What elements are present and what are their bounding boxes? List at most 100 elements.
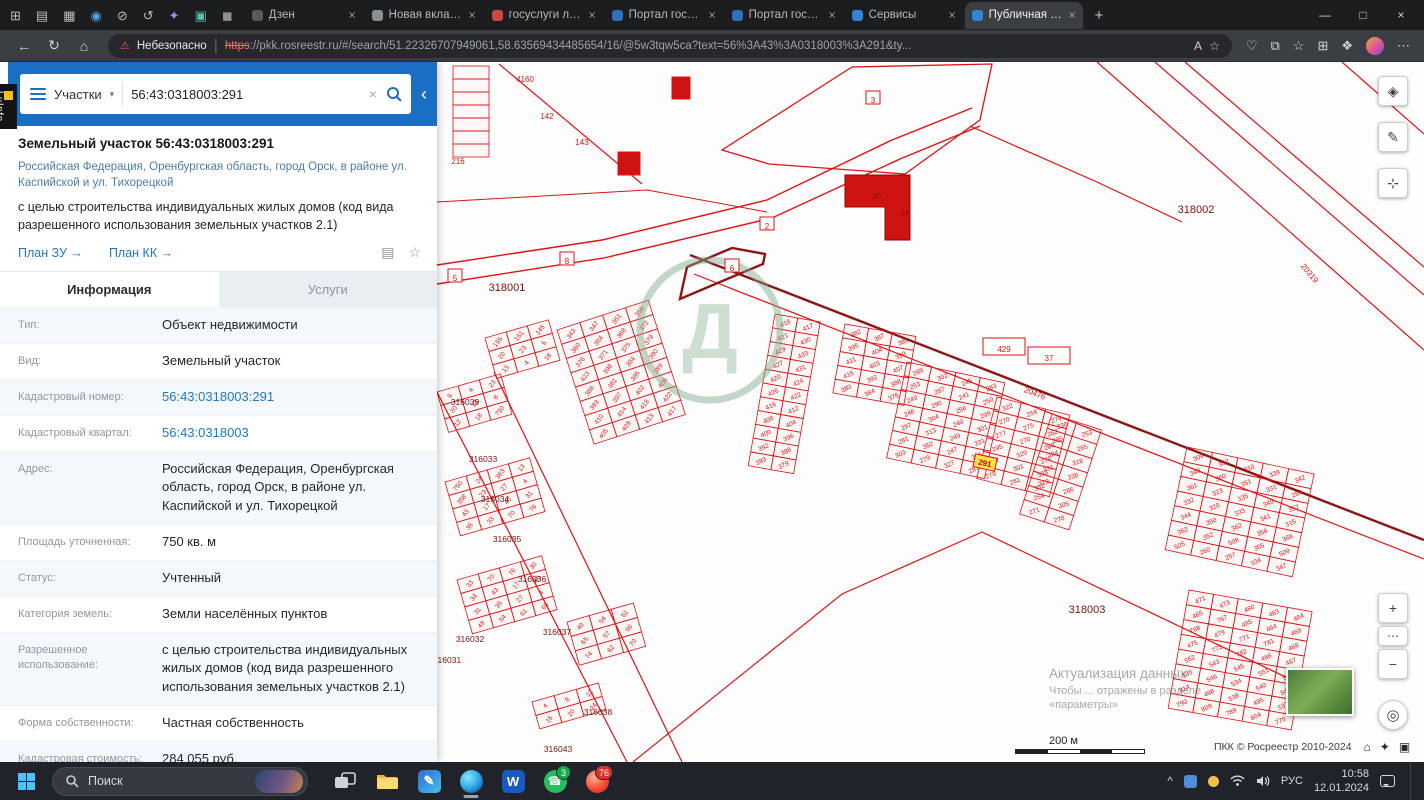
close-tab-icon[interactable]: × [949, 8, 956, 22]
refresh-button[interactable]: ↻ [40, 33, 68, 59]
volume-icon[interactable] [1256, 775, 1270, 787]
svg-text:142: 142 [540, 112, 554, 121]
tab-portal-2[interactable]: Портал госуда...× [725, 3, 843, 27]
url-text[interactable]: https://pkk.rosreestr.ru/#/search/51.223… [225, 40, 1187, 52]
new-tab-button[interactable]: + [1085, 7, 1114, 24]
search-bar[interactable]: Участки ▾ × [20, 74, 411, 114]
locate-button[interactable]: ◎ [1378, 700, 1408, 730]
cadastral-quarter-link[interactable]: 56:43:0318003 [162, 424, 421, 443]
search-icon[interactable] [385, 85, 403, 103]
maximize-button[interactable]: □ [1344, 0, 1382, 30]
blocked-icon[interactable]: ⊘ [117, 9, 128, 22]
read-aloud-icon[interactable]: A [1194, 39, 1202, 53]
tab-new[interactable]: Новая вкладка × [365, 3, 483, 27]
vertical-tabs-icon[interactable]: ⊞ [10, 9, 21, 22]
taskbar-clock[interactable]: 10:58 12.01.2024 [1314, 767, 1369, 796]
minimize-button[interactable]: — [1306, 0, 1344, 30]
favorite-star-icon[interactable]: ☆ [1209, 39, 1220, 53]
notebook-icon[interactable]: ▦ [63, 9, 75, 22]
zoom-in-button[interactable]: + [1378, 593, 1408, 623]
favorites-bar-icon[interactable]: ☆ [1293, 38, 1305, 54]
search-category[interactable]: Участки [54, 87, 102, 102]
square-icon[interactable]: ◼ [222, 9, 233, 22]
file-explorer-button[interactable] [366, 762, 408, 800]
plan-kk-link[interactable]: План КК → [109, 246, 173, 260]
edge-logo-icon[interactable]: ◉ [91, 9, 102, 22]
cadastral-number-link[interactable]: 56:43:0318003:291 [162, 388, 421, 407]
close-tab-icon[interactable]: × [469, 8, 476, 22]
edge-taskbar-button[interactable] [450, 762, 492, 800]
address-bar[interactable]: ⚠ Небезопасно | https://pkk.rosreestr.ru… [108, 33, 1232, 58]
menu-icon[interactable] [30, 88, 46, 100]
notifications-app-button[interactable]: 76 [576, 762, 618, 800]
start-button[interactable] [6, 762, 46, 800]
zoom-out-button[interactable]: − [1378, 649, 1408, 679]
close-tab-icon[interactable]: × [1069, 8, 1076, 22]
hidden-icons-chevron[interactable]: ^ [1167, 774, 1173, 788]
plan-zu-link[interactable]: План ЗУ → [18, 246, 83, 260]
pin-icon[interactable]: ✦ [1380, 740, 1390, 754]
collections-icon[interactable]: ⊞ [1317, 38, 1328, 54]
side-extension-ribbon[interactable]: LuInfo [0, 84, 17, 130]
close-button[interactable]: × [1382, 0, 1420, 30]
coordinates-button[interactable]: ⊹ [1378, 168, 1408, 198]
gallery-icon[interactable]: ▣ [195, 9, 207, 22]
back-button[interactable]: ← [10, 33, 38, 59]
search-input[interactable] [131, 86, 361, 102]
collapse-panel-icon[interactable]: ‹ [421, 84, 427, 105]
svg-text:20476: 20476 [1023, 385, 1048, 402]
clear-search-icon[interactable]: × [369, 86, 377, 102]
sparkle-icon[interactable]: ✦ [169, 9, 180, 22]
security-warning-icon[interactable]: ⚠ [120, 39, 130, 52]
search-highlight-image[interactable] [255, 769, 303, 793]
star-icon[interactable]: ☆ [408, 244, 421, 261]
close-tab-icon[interactable]: × [829, 8, 836, 22]
browser-toolbar: ← ↻ ⌂ ⚠ Небезопасно | https://pkk.rosree… [0, 30, 1424, 62]
tab-information[interactable]: Информация [0, 272, 219, 308]
notification-center-icon[interactable] [1380, 775, 1395, 787]
close-tab-icon[interactable]: × [709, 8, 716, 22]
chevron-down-icon[interactable]: ▾ [110, 89, 115, 100]
tab-public-cadastral-map[interactable]: Публичная ка...× [964, 1, 1083, 29]
tray-status-icon[interactable] [1207, 775, 1219, 787]
task-view-button[interactable] [324, 762, 366, 800]
workspace-icon[interactable]: ▤ [36, 9, 48, 22]
show-desktop-button[interactable] [1410, 762, 1414, 800]
pinned-icons: ⊞ ▤ ▦ ◉ ⊘ ↺ ✦ ▣ ◼ [8, 9, 245, 22]
url-rest: ://pkk.rosreestr.ru/#/search/51.22326707… [249, 39, 912, 52]
zoom-more-button[interactable]: ⋯ [1378, 626, 1408, 646]
measure-button[interactable]: ✎ [1378, 122, 1408, 152]
tab-servisy[interactable]: Сервисы × [845, 3, 963, 27]
tab-portal-1[interactable]: Портал госуда...× [605, 3, 723, 27]
tab-favicon [371, 9, 383, 21]
satellite-thumbnail[interactable] [1286, 668, 1354, 716]
history-icon[interactable]: ↺ [143, 9, 154, 22]
browser-essentials-icon[interactable]: ♡ [1246, 38, 1258, 54]
home-button[interactable]: ⌂ [70, 33, 98, 59]
home-icon[interactable]: ⌂ [1364, 740, 1371, 754]
preview-icon[interactable]: ▤ [381, 244, 394, 261]
cadastral-map[interactable]: 3433473513563603643683723763713753794233… [437, 62, 1424, 762]
tab-gosuslugi[interactable]: госуслуги лич...× [485, 3, 603, 27]
taskbar-search[interactable]: Поиск [52, 766, 308, 796]
close-tab-icon[interactable]: × [349, 8, 356, 22]
word-button[interactable]: W [492, 762, 534, 800]
tray-app-icon[interactable] [1183, 774, 1197, 788]
wifi-icon[interactable] [1230, 775, 1245, 787]
svg-text:5: 5 [453, 274, 458, 283]
search-icon [66, 775, 79, 788]
language-indicator[interactable]: РУС [1281, 775, 1303, 787]
divider [122, 82, 124, 106]
extensions-icon[interactable]: ❖ [1341, 38, 1353, 54]
security-label[interactable]: Небезопасно [137, 40, 207, 52]
close-tab-icon[interactable]: × [589, 8, 596, 22]
whatsapp-button[interactable]: ☎ 3 [534, 762, 576, 800]
layers-button[interactable]: ◈ [1378, 76, 1408, 106]
tab-services[interactable]: Услуги [218, 272, 437, 308]
attribution-icons: ⌂ ✦ ▣ [1364, 740, 1411, 754]
paint-app-button[interactable]: ✎ [408, 762, 450, 800]
tab-dzen[interactable]: Дзен × [245, 3, 363, 27]
profile-avatar[interactable] [1366, 36, 1384, 55]
frame-icon[interactable]: ▣ [1399, 740, 1410, 754]
split-screen-icon[interactable]: ⧉ [1270, 38, 1279, 54]
